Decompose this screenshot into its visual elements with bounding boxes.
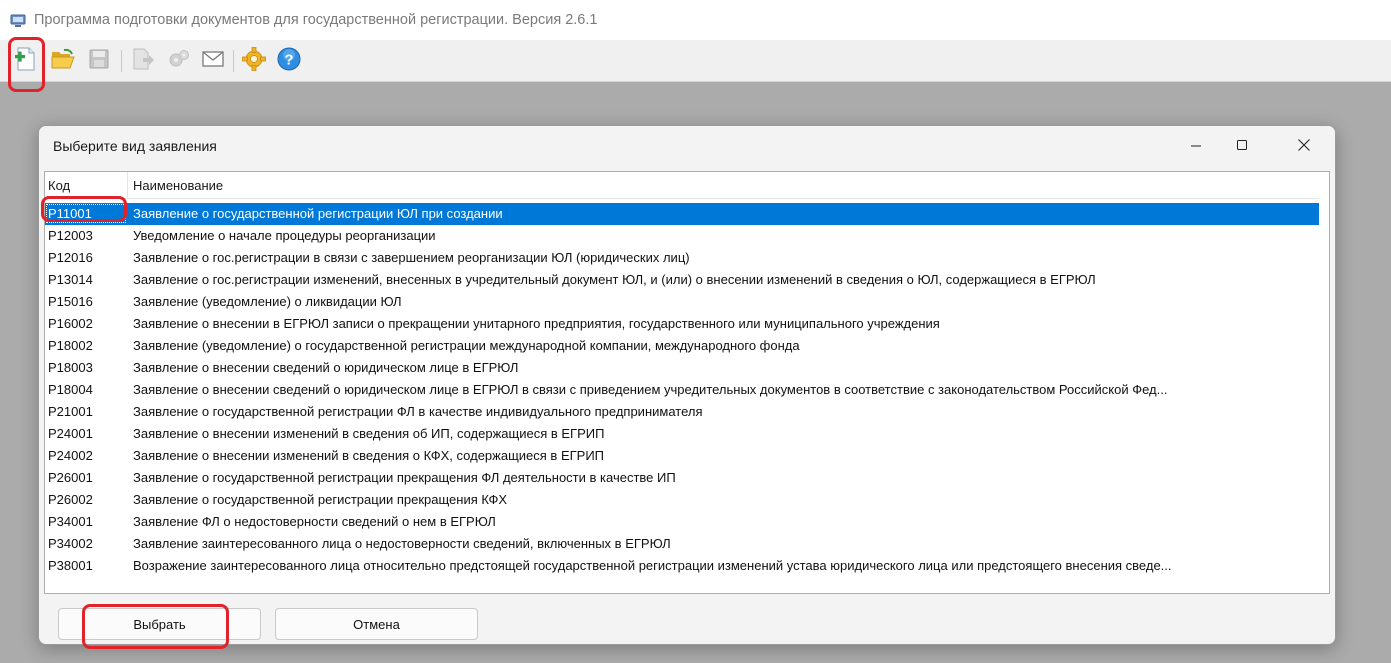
- app-titlebar: Программа подготовки документов для госу…: [0, 0, 1391, 40]
- list-item-name: Заявление (уведомление) о государственно…: [133, 338, 800, 353]
- list-item[interactable]: P24001 Заявление о внесении изменений в с…: [45, 423, 1321, 445]
- close-icon: [1297, 138, 1311, 157]
- list-item[interactable]: P34001 Заявление ФЛ о недостоверности све…: [45, 511, 1321, 533]
- computer-icon: [10, 14, 26, 28]
- list-item[interactable]: P18003 Заявление о внесении сведений о юр…: [45, 357, 1321, 379]
- email-button[interactable]: [200, 48, 226, 74]
- list-item-code: P18002: [48, 338, 93, 353]
- close-button[interactable]: [1281, 132, 1327, 162]
- list-item-code: P26001: [48, 470, 93, 485]
- settings-gear-icon: [241, 46, 267, 77]
- list-item-name: Заявление о внесении изменений в сведени…: [133, 448, 605, 463]
- list-item-code: P11001: [46, 204, 126, 223]
- settings-button[interactable]: [241, 46, 267, 77]
- list-item-code: P34001: [48, 514, 93, 529]
- list-item-name: Заявление о внесении изменений в сведени…: [133, 426, 605, 441]
- list-item-code: P12003: [48, 228, 93, 243]
- maximize-icon: [1236, 138, 1248, 156]
- column-header-name[interactable]: Наименование: [133, 178, 223, 193]
- list-item-code: P12016: [48, 250, 93, 265]
- list-item-code: P15016: [48, 294, 93, 309]
- export-document-icon: [131, 47, 155, 76]
- list-item-code: P24002: [48, 448, 93, 463]
- list-item-code: P21001: [48, 404, 93, 419]
- send-button[interactable]: [166, 48, 192, 74]
- list-item[interactable]: P12016 Заявление о гос.регистрации в связ…: [45, 247, 1321, 269]
- list-item-name: Заявление о государственной регистрации …: [133, 206, 503, 221]
- dialog-title: Выберите вид заявления: [53, 138, 217, 154]
- save-disk-icon: [88, 48, 110, 75]
- app-title: Программа подготовки документов для госу…: [34, 12, 598, 28]
- list-item-code: P18004: [48, 382, 93, 397]
- list-item-name: Заявление о государственной регистрации …: [133, 470, 676, 485]
- save-button[interactable]: [86, 48, 112, 74]
- new-document-button[interactable]: [12, 46, 38, 77]
- list-item-name: Заявление ФЛ о недостоверности сведений …: [133, 514, 496, 529]
- application-type-dialog: Выберите вид заявления Код Наименование …: [38, 125, 1336, 645]
- toolbar-separator: [121, 50, 122, 72]
- list-item-code: P16002: [48, 316, 93, 331]
- export-button[interactable]: [130, 48, 156, 74]
- list-item[interactable]: P21001 Заявление о государственной регист…: [45, 401, 1321, 423]
- list-item[interactable]: P18002 Заявление (уведомление) о государс…: [45, 335, 1321, 357]
- list-item[interactable]: P34002 Заявление заинтересованного лица о…: [45, 533, 1321, 555]
- list-item[interactable]: P18004 Заявление о внесении сведений о юр…: [45, 379, 1321, 401]
- dialog-titlebar: Выберите вид заявления: [39, 126, 1335, 168]
- list-item-name: Заявление о государственной регистрации …: [133, 404, 703, 419]
- minimize-icon: [1190, 138, 1202, 156]
- send-gears-icon: [167, 47, 191, 76]
- svg-text:?: ?: [284, 51, 293, 68]
- list-item-code: P18003: [48, 360, 93, 375]
- list-item-name: Заявление (уведомление) о ликвидации ЮЛ: [133, 294, 402, 309]
- list-item-name: Заявление о гос.регистрации изменений, в…: [133, 272, 1096, 287]
- list-item[interactable]: P26002 Заявление о государственной регист…: [45, 489, 1321, 511]
- list-item[interactable]: P38001 Возражение заинтересованного лица …: [45, 555, 1321, 577]
- scrollbar[interactable]: [1319, 172, 1329, 593]
- open-button[interactable]: [50, 48, 76, 74]
- list-item-name: Возражение заинтересованного лица относи…: [133, 558, 1172, 573]
- maximize-button[interactable]: [1219, 132, 1265, 162]
- list-item-name: Заявление о государственной регистрации …: [133, 492, 508, 507]
- list-item[interactable]: P16002 Заявление о внесении в ЕГРЮЛ запис…: [45, 313, 1321, 335]
- list-item-code: P24001: [48, 426, 93, 441]
- column-divider[interactable]: [127, 172, 128, 199]
- list-item-name: Заявление о внесении в ЕГРЮЛ записи о пр…: [133, 316, 940, 331]
- list-item-code: P38001: [48, 558, 93, 573]
- toolbar-separator: [233, 50, 234, 72]
- list-item-name: Заявление заинтересованного лица о недос…: [133, 536, 671, 551]
- list-item[interactable]: P24002 Заявление о внесении изменений в с…: [45, 445, 1321, 467]
- list-item-code: P13014: [48, 272, 93, 287]
- list-item[interactable]: P13014 Заявление о гос.регистрации измене…: [45, 269, 1321, 291]
- list-header: Код Наименование: [45, 172, 1329, 199]
- list-item-name: Уведомление о начале процедуры реорганиз…: [133, 228, 436, 243]
- envelope-icon: [201, 49, 225, 74]
- cancel-button[interactable]: Отмена: [275, 608, 478, 640]
- main-toolbar: ?: [0, 40, 1391, 82]
- list-item[interactable]: P15016 Заявление (уведомление) о ликвидац…: [45, 291, 1321, 313]
- column-header-code[interactable]: Код: [48, 178, 70, 193]
- help-icon: ?: [276, 46, 302, 77]
- list-item-code: P26002: [48, 492, 93, 507]
- select-button[interactable]: Выбрать: [58, 608, 261, 640]
- list-item-name: Заявление о внесении сведений о юридичес…: [133, 360, 519, 375]
- new-document-icon: [13, 46, 37, 77]
- list-rows: P11001 Заявление о государственной регист…: [45, 203, 1321, 577]
- help-button[interactable]: ?: [276, 46, 302, 77]
- list-item[interactable]: P11001 Заявление о государственной регист…: [45, 203, 1321, 225]
- minimize-button[interactable]: [1173, 132, 1219, 162]
- open-folder-icon: [50, 48, 76, 75]
- list-item-code: P34002: [48, 536, 93, 551]
- list-item[interactable]: P26001 Заявление о государственной регист…: [45, 467, 1321, 489]
- list-item-name: Заявление о внесении сведений о юридичес…: [133, 382, 1168, 397]
- list-item-name: Заявление о гос.регистрации в связи с за…: [133, 250, 690, 265]
- list-item[interactable]: P12003 Уведомление о начале процедуры рео…: [45, 225, 1321, 247]
- application-type-list[interactable]: Код Наименование P11001 Заявление о госуд…: [44, 171, 1330, 594]
